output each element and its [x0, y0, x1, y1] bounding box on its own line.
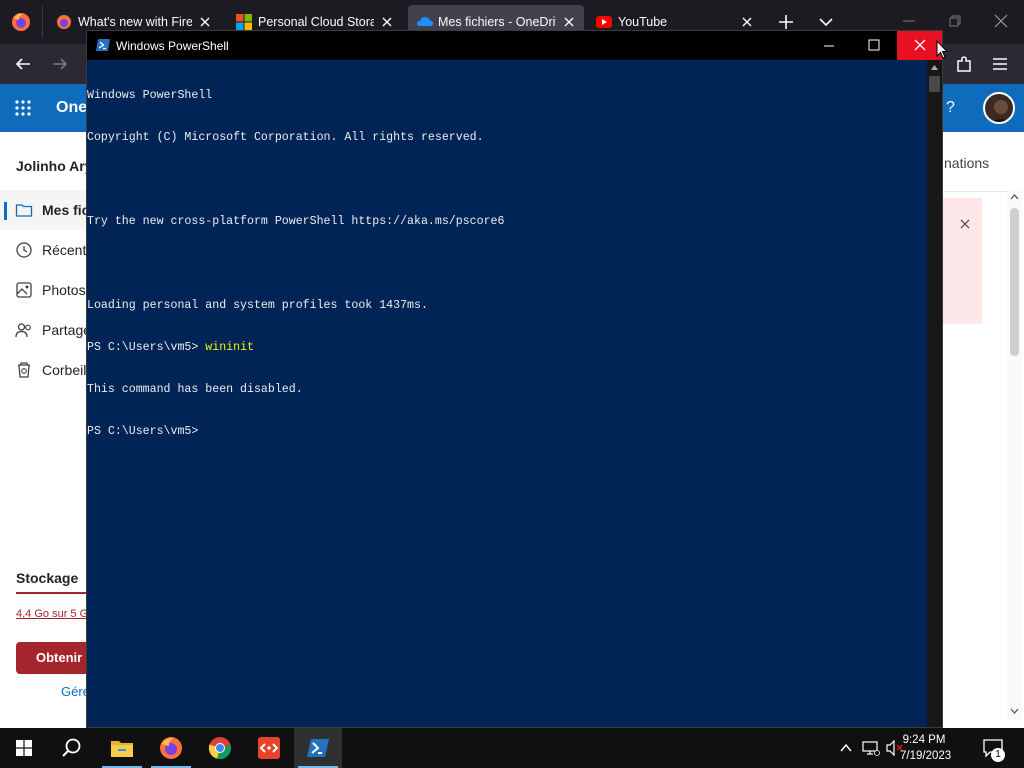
taskbar-app-red[interactable]: [245, 728, 293, 768]
mouse-cursor-icon: [936, 40, 948, 59]
console-line: Copyright (C) Microsoft Corporation. All…: [87, 131, 484, 144]
user-name: Jolinho Ary: [16, 158, 93, 174]
notification-count-badge: 1: [991, 748, 1005, 762]
windows-taskbar: 9:24 PM 7/19/2023 1: [0, 728, 1024, 768]
file-explorer-icon: [111, 741, 133, 757]
page-scrollbar[interactable]: [1007, 190, 1022, 720]
console-scrollbar[interactable]: [927, 60, 942, 727]
restore-icon[interactable]: [946, 12, 964, 30]
microsoft-logo-icon: [236, 14, 252, 30]
console-prompt: PS C:\Users\vm5>: [87, 341, 206, 354]
taskbar-chrome[interactable]: [196, 728, 244, 768]
new-tab-icon[interactable]: [776, 12, 796, 32]
powershell-window: Windows PowerShell Windows PowerShell Co…: [86, 30, 943, 728]
help-icon[interactable]: ?: [946, 99, 955, 117]
console-line: Loading personal and system profiles too…: [87, 299, 428, 312]
taskbar-firefox[interactable]: [147, 728, 195, 768]
storage-bar: [16, 592, 86, 594]
notifications-button[interactable]: 1: [982, 738, 1006, 762]
powershell-titlebar[interactable]: Windows PowerShell: [87, 31, 942, 60]
firefox-icon: [160, 737, 182, 759]
close-tab-icon[interactable]: [378, 13, 396, 31]
app-launcher-icon[interactable]: [14, 99, 32, 117]
sidebar-item-label: Photos: [42, 282, 86, 298]
console-prompt: PS C:\Users\vm5>: [87, 425, 206, 438]
active-marker: [4, 202, 7, 220]
avatar[interactable]: [983, 92, 1015, 124]
hamburger-menu-icon[interactable]: [990, 54, 1010, 74]
console-line: Try the new cross-platform PowerShell ht…: [87, 215, 505, 228]
scrollbar-thumb[interactable]: [1010, 208, 1019, 356]
onedrive-icon: [416, 14, 434, 30]
window-title: Windows PowerShell: [116, 39, 229, 53]
console-output[interactable]: Windows PowerShell Copyright (C) Microso…: [87, 60, 927, 727]
minimize-icon[interactable]: [900, 12, 918, 30]
close-icon: [914, 39, 926, 51]
taskbar-file-explorer[interactable]: [98, 728, 146, 768]
search-button[interactable]: [48, 728, 96, 768]
desktop: What's new with Firefox Personal Cloud S…: [0, 0, 1024, 768]
back-icon[interactable]: [13, 54, 33, 74]
firefox-icon: [56, 14, 72, 30]
storage-usage-link[interactable]: 4,4 Go sur 5 G: [16, 608, 88, 620]
windows-logo-icon: [16, 740, 32, 756]
close-window-icon[interactable]: [992, 12, 1010, 30]
close-icon[interactable]: [958, 217, 972, 231]
minimize-button[interactable]: [807, 31, 852, 60]
console-line: This command has been disabled.: [87, 383, 303, 396]
close-tab-icon[interactable]: [196, 13, 214, 31]
extensions-icon[interactable]: [954, 54, 974, 74]
sidebar-item-corbeille[interactable]: Corbeil: [0, 350, 90, 390]
clock-date: 7/19/2023: [900, 750, 952, 762]
search-icon: [62, 738, 81, 757]
clock-time: 9:24 PM: [902, 734, 946, 746]
info-pane-button[interactable]: nations: [944, 155, 989, 171]
sidebar-item-mes-fichiers[interactable]: Mes fic: [0, 190, 90, 230]
image-icon: [15, 281, 33, 299]
scrollbar-thumb[interactable]: [929, 76, 940, 92]
chevron-down-icon[interactable]: [816, 12, 836, 32]
onedrive-brand[interactable]: One: [56, 99, 87, 117]
taskbar-powershell[interactable]: [294, 728, 342, 768]
sidebar-item-label: Mes fic: [42, 202, 90, 218]
folder-icon: [15, 201, 33, 219]
powershell-icon: [307, 739, 329, 757]
people-icon: [15, 321, 33, 339]
close-tab-icon[interactable]: [560, 13, 578, 31]
clock-icon: [15, 241, 33, 259]
taskbar-clock[interactable]: 9:24 PM 7/19/2023: [900, 732, 952, 764]
console-line: PS C:\Users\vm5>: [87, 425, 927, 439]
git-app-icon: [258, 737, 280, 759]
button-label: Obtenir: [36, 650, 83, 665]
console-line: PS C:\Users\vm5> wininit: [87, 341, 927, 355]
console-line: Windows PowerShell: [87, 89, 213, 102]
sidebar-item-partage[interactable]: Partagé: [0, 310, 92, 350]
console-command: wininit: [205, 341, 254, 354]
tab-title: What's new with Firefox: [78, 15, 192, 29]
recycle-bin-icon: [15, 361, 33, 379]
sidebar-item-recents[interactable]: Récents: [0, 230, 93, 270]
scroll-up-icon: [931, 65, 938, 70]
storage-title: Stockage: [16, 570, 79, 586]
tab-title: Mes fichiers - OneDrive: [438, 15, 556, 29]
firefox-menu-icon[interactable]: [11, 12, 31, 32]
youtube-icon: [596, 14, 614, 29]
maximize-button[interactable]: [852, 31, 897, 60]
forward-icon[interactable]: [50, 54, 70, 74]
tab-title: YouTube: [618, 15, 668, 29]
start-button[interactable]: [0, 728, 48, 768]
tab-title: Personal Cloud Storage: [258, 15, 374, 29]
divider: [943, 191, 1007, 192]
show-hidden-icons-chevron-up-icon[interactable]: [838, 740, 854, 756]
chrome-icon: [208, 737, 231, 760]
tab-separator: [42, 6, 43, 38]
close-tab-icon[interactable]: [738, 13, 756, 31]
sidebar-item-label: Partagé: [42, 322, 92, 338]
sidebar-item-label: Corbeil: [42, 362, 87, 378]
powershell-icon: [95, 38, 111, 52]
sidebar-item-photos[interactable]: Photos: [0, 270, 90, 310]
network-icon[interactable]: [862, 740, 880, 756]
